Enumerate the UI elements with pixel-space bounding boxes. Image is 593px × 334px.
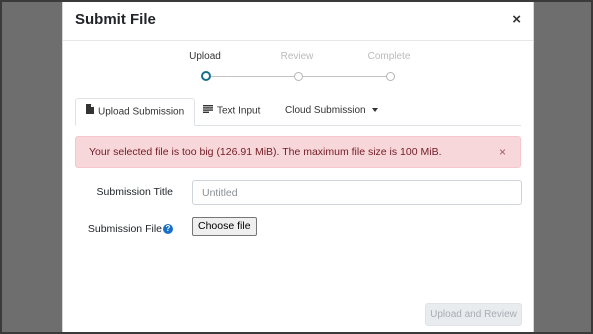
text-lines-icon [203,98,213,124]
tab-upload-submission[interactable]: Upload Submission [75,98,196,126]
choose-file-button[interactable]: Choose file [192,217,257,236]
close-icon[interactable]: × [512,12,521,27]
step-complete-label: Complete [367,51,411,62]
tab-text-input[interactable]: Text Input [193,98,270,124]
step-upload-label: Upload [189,51,221,62]
modal-header: Submit File × [63,2,533,41]
upload-and-review-button[interactable]: Upload and Review [425,303,522,326]
submission-file-label: Submission File? [63,223,173,235]
modal-title: Submit File [75,11,156,28]
step-review-label: Review [280,51,314,62]
help-icon[interactable]: ? [163,224,173,235]
tab-cloud-submission[interactable]: Cloud Submission [275,98,388,124]
screen-frame: Submit File × Upload Review Complete Upl… [0,0,593,334]
tab-upload-submission-label: Upload Submission [98,106,185,118]
submission-title-input[interactable] [192,180,522,205]
tab-cloud-submission-label: Cloud Submission [285,105,366,116]
submit-file-modal: Submit File × Upload Review Complete Upl… [62,2,534,332]
alert-message: Your selected file is too big (126.91 Mi… [89,146,442,158]
submission-file-label-text: Submission File [87,223,162,235]
step-connector [211,76,295,77]
alert-close-icon[interactable]: × [499,145,506,159]
step-complete-dot [386,72,395,81]
caret-down-icon [371,108,378,113]
file-size-error-alert: Your selected file is too big (126.91 Mi… [75,136,521,168]
file-icon [86,99,94,125]
tab-text-input-label: Text Input [217,105,261,117]
step-review-dot [294,72,303,81]
submission-tabs: Upload Submission Text Input Cloud Submi… [75,98,521,126]
submission-title-label: Submission Title [96,186,173,198]
step-connector [303,76,387,77]
step-upload-dot [201,71,211,81]
